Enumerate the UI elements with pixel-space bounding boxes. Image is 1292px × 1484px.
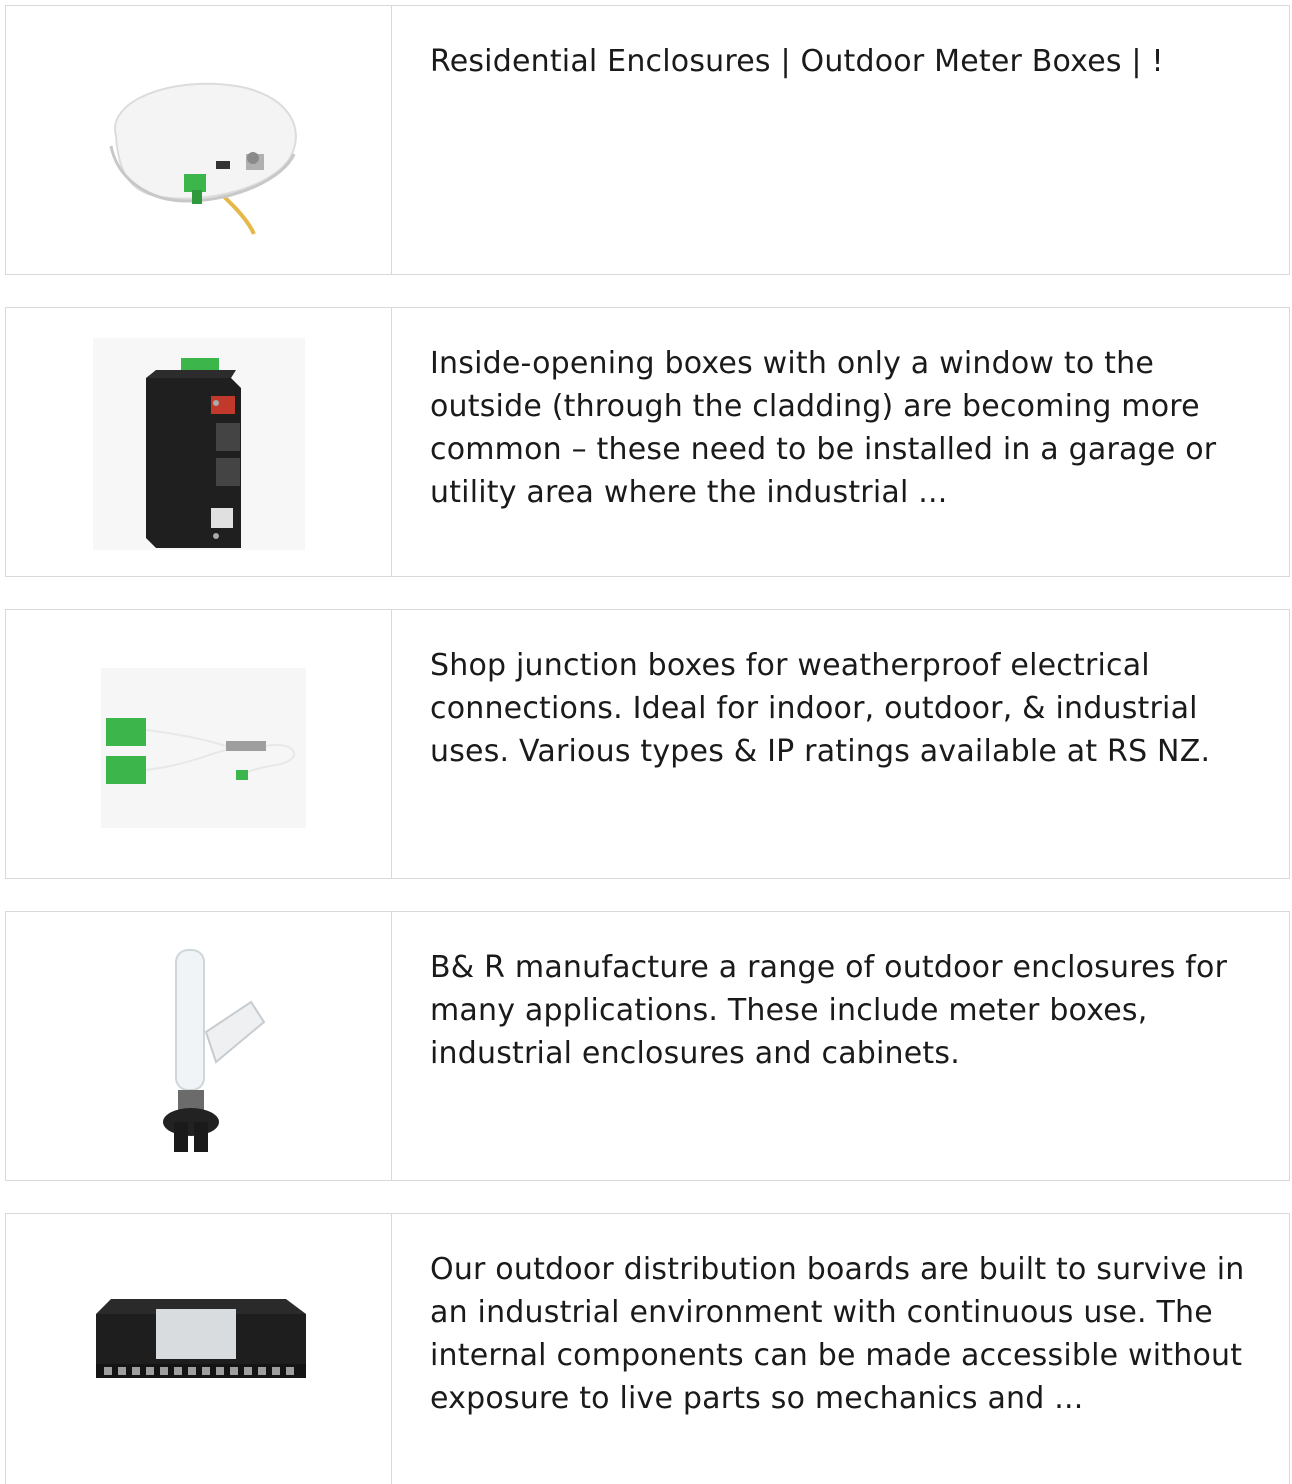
result-card[interactable]: Shop junction boxes for weatherproof ele… (5, 609, 1290, 879)
result-card[interactable]: Residential Enclosures | Outdoor Meter B… (5, 5, 1290, 275)
industrial-media-converter-image (93, 338, 305, 550)
result-description: Shop junction boxes for weatherproof ele… (430, 648, 1211, 769)
result-thumbnail[interactable] (6, 6, 392, 274)
result-thumbnail[interactable] (6, 912, 392, 1180)
result-thumbnail[interactable] (6, 308, 392, 576)
result-description: B& R manufacture a range of outdoor encl… (430, 950, 1228, 1071)
result-description: Inside-opening boxes with only a window … (430, 346, 1217, 510)
fiber-terminal-box-image (109, 82, 297, 235)
result-card[interactable]: Inside-opening boxes with only a window … (5, 307, 1290, 577)
result-thumbnail[interactable] (6, 1214, 392, 1484)
results-list: Residential Enclosures | Outdoor Meter B… (0, 0, 1292, 1484)
result-card[interactable]: Our outdoor distribution boards are buil… (5, 1213, 1290, 1484)
result-card[interactable]: B& R manufacture a range of outdoor encl… (5, 911, 1290, 1181)
result-description: Residential Enclosures | Outdoor Meter B… (430, 44, 1164, 79)
splice-closure-image (163, 949, 266, 1152)
fiber-splitter-image (101, 668, 306, 828)
patch-panel-image (96, 1299, 306, 1378)
result-description: Our outdoor distribution boards are buil… (430, 1252, 1245, 1416)
result-thumbnail[interactable] (6, 610, 392, 878)
